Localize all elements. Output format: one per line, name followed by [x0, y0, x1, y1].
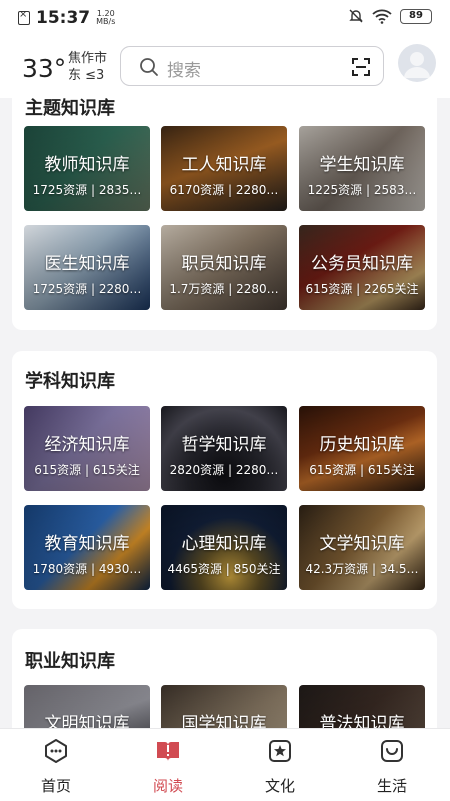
section-subject: 学科知识库 经济知识库 615资源 | 615关注 哲学知识库 2820资源 |…: [12, 351, 437, 609]
card-title: 学生知识库: [319, 155, 405, 175]
card-history[interactable]: 历史知识库 615资源 | 615关注: [299, 406, 425, 491]
nav-label: 阅读: [152, 777, 183, 795]
card-sinology[interactable]: 国学知识库: [161, 685, 287, 728]
card-stats: 615资源 | 615关注: [34, 463, 140, 477]
card-stats: 615资源 | 615关注: [309, 463, 415, 477]
card-title: 文学知识库: [319, 534, 405, 554]
scan-icon[interactable]: [351, 57, 371, 77]
card-stats: 2820资源 | 2280…: [169, 463, 279, 477]
card-economics[interactable]: 经济知识库 615资源 | 615关注: [24, 406, 150, 491]
card-law[interactable]: 普法知识库: [299, 685, 425, 728]
card-stats: 4465资源 | 850关注: [167, 562, 281, 576]
card-education[interactable]: 教育知识库 1780资源 | 4930…: [24, 505, 150, 590]
card-title: 职员知识库: [181, 254, 267, 274]
card-psychology[interactable]: 心理知识库 4465资源 | 850关注: [161, 505, 287, 590]
home-icon: [45, 739, 67, 763]
search-icon: [140, 58, 158, 76]
search-placeholder: 搜索: [167, 61, 201, 81]
nav-home[interactable]: 首页: [16, 737, 96, 796]
search-bar[interactable]: 搜索: [120, 46, 384, 86]
nav-label: 生活: [376, 777, 407, 795]
life-icon: [381, 740, 403, 762]
wind-info: 东 ≤3: [68, 68, 105, 83]
card-civilization[interactable]: 文明知识库: [24, 685, 150, 728]
card-title: 心理知识库: [181, 534, 267, 554]
card-title: 历史知识库: [319, 435, 405, 455]
culture-icon: [269, 740, 291, 762]
status-time: 15:37: [36, 8, 91, 28]
section-title: 职业知识库: [25, 651, 115, 672]
sim-icon: [18, 9, 30, 25]
card-worker[interactable]: 工人知识库 6170资源 | 2280…: [161, 126, 287, 211]
card-title: 教师知识库: [44, 155, 130, 175]
weather-temperature[interactable]: 33°: [22, 54, 66, 83]
card-clerk[interactable]: 职员知识库 1.7万资源 | 2280…: [161, 225, 287, 310]
nav-life[interactable]: 生活: [352, 737, 432, 796]
mute-icon: [349, 9, 363, 23]
card-title: 国学知识库: [181, 714, 267, 728]
card-title: 经济知识库: [44, 435, 130, 455]
card-title: 文明知识库: [44, 714, 130, 728]
section-title: 学科知识库: [25, 371, 115, 392]
card-stats: 1780资源 | 4930…: [32, 562, 142, 576]
avatar[interactable]: [398, 44, 436, 82]
card-title: 普法知识库: [319, 714, 405, 728]
status-bar: 15:37 1.20 MB/s 89: [0, 0, 450, 36]
card-doctor[interactable]: 医生知识库 1725资源 | 2280…: [24, 225, 150, 310]
card-stats: 615资源 | 2265关注: [305, 282, 419, 296]
card-stats: 1725资源 | 2835…: [32, 183, 142, 197]
card-title: 哲学知识库: [181, 435, 267, 455]
nav-read[interactable]: 阅读: [128, 737, 208, 796]
weather-location[interactable]: 焦作市 东 ≤3: [68, 50, 107, 84]
bottom-nav: 首页 阅读 文化 生活: [0, 728, 450, 801]
section-theme: 主题知识库 教师知识库 1725资源 | 2835… 工人知识库 6170资源 …: [12, 98, 437, 330]
section-career: 职业知识库 文明知识库 国学知识库 普法知识库: [12, 629, 437, 728]
card-title: 教育知识库: [44, 534, 130, 554]
card-stats: 1225资源 | 2583…: [307, 183, 417, 197]
card-stats: 42.3万资源 | 34.5…: [305, 562, 419, 576]
battery-indicator: 89: [400, 8, 432, 24]
read-icon: [157, 742, 179, 761]
card-title: 工人知识库: [181, 155, 267, 175]
card-stats: 1.7万资源 | 2280…: [169, 282, 279, 296]
network-speed-unit: MB/s: [96, 17, 116, 26]
wifi-icon: [372, 9, 392, 24]
card-student[interactable]: 学生知识库 1225资源 | 2583…: [299, 126, 425, 211]
avatar-icon: [404, 52, 430, 78]
network-speed: 1.20 MB/s: [96, 10, 115, 26]
nav-label: 首页: [40, 777, 71, 795]
card-title: 医生知识库: [44, 254, 130, 274]
card-philosophy[interactable]: 哲学知识库 2820资源 | 2280…: [161, 406, 287, 491]
nav-label: 文化: [264, 777, 295, 795]
nav-culture[interactable]: 文化: [240, 737, 320, 796]
card-title: 公务员知识库: [311, 254, 413, 274]
card-civil-servant[interactable]: 公务员知识库 615资源 | 2265关注: [299, 225, 425, 310]
card-literature[interactable]: 文学知识库 42.3万资源 | 34.5…: [299, 505, 425, 590]
card-stats: 1725资源 | 2280…: [32, 282, 142, 296]
knowledge-content[interactable]: 主题知识库 教师知识库 1725资源 | 2835… 工人知识库 6170资源 …: [0, 98, 450, 728]
section-title: 主题知识库: [25, 98, 115, 119]
top-header: 33° 焦作市 东 ≤3 搜索: [0, 36, 450, 98]
card-stats: 6170资源 | 2280…: [169, 183, 279, 197]
city-name: 焦作市: [68, 51, 108, 66]
card-teacher[interactable]: 教师知识库 1725资源 | 2835…: [24, 126, 150, 211]
